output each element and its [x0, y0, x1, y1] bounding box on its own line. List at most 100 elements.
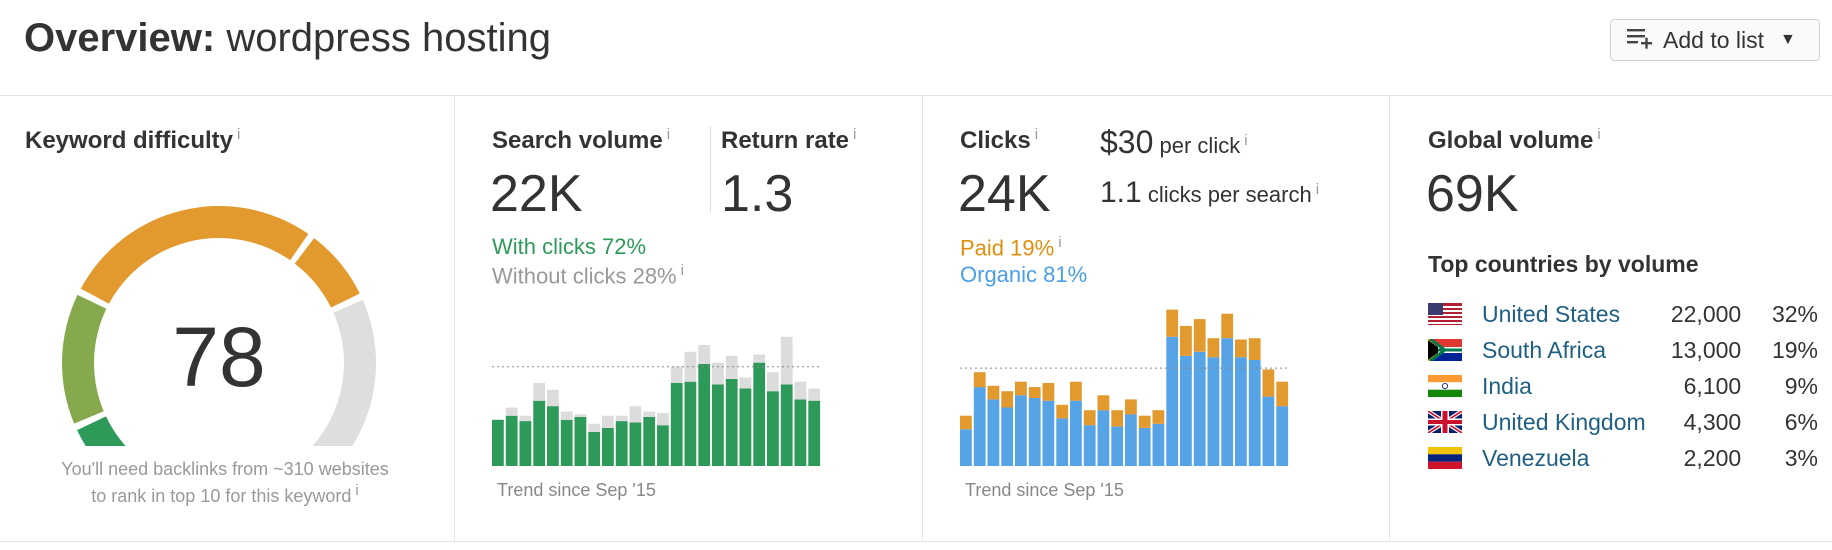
info-icon[interactable]: i — [1035, 126, 1038, 143]
chart-bar — [1276, 406, 1289, 466]
info-icon[interactable]: i — [667, 126, 670, 143]
caret-down-icon: ▼ — [1780, 31, 1796, 48]
gauge-segment — [80, 206, 309, 304]
cpc-line: $30 per click i — [1100, 124, 1248, 161]
chart-bar — [794, 399, 807, 466]
chart-bar — [615, 421, 628, 466]
country-percent: 19% — [1771, 336, 1818, 363]
chart-bar — [808, 400, 821, 466]
chart-bar — [547, 406, 559, 466]
info-icon[interactable]: i — [1058, 234, 1061, 251]
title-prefix: Overview: — [24, 16, 216, 60]
chart-bar — [505, 407, 518, 416]
cps-value: 1.1 — [1100, 176, 1142, 209]
country-name-link[interactable]: United Kingdom — [1482, 409, 1655, 436]
country-volume: 2,200 — [1683, 444, 1742, 471]
country-row: South Africa 13,000 19% — [1428, 332, 1818, 368]
chart-bar — [1001, 407, 1014, 466]
info-icon[interactable]: i — [853, 126, 856, 143]
gauge-segment — [77, 416, 126, 446]
top-countries-table: United States 22,000 32% South Africa 13… — [1428, 296, 1818, 476]
country-row: Venezuela 2,200 3% — [1428, 440, 1818, 476]
country-name-link[interactable]: South Africa — [1482, 337, 1655, 364]
chart-bar — [1042, 400, 1055, 466]
chart-bar — [1221, 313, 1234, 339]
chart-bar — [629, 422, 642, 466]
chart-bar — [670, 383, 683, 466]
chart-bar — [753, 354, 766, 363]
chart-bar — [808, 388, 821, 401]
info-icon[interactable]: i — [681, 262, 684, 279]
chart-bar — [615, 415, 628, 422]
chart-bar — [753, 362, 766, 466]
gauge-segment — [62, 294, 107, 424]
chart-bar — [960, 415, 972, 430]
info-icon[interactable]: i — [1316, 181, 1319, 198]
country-name-link[interactable]: India — [1482, 373, 1655, 400]
sv-value: 22K — [490, 165, 583, 223]
clicks-title: Clicks i — [960, 126, 1038, 155]
clicks-panel: Clicks i 24K $30 per click i 1.1 clicks pe… — [923, 96, 1390, 541]
chart-bar — [780, 384, 793, 466]
cps-label: clicks per search — [1147, 182, 1312, 207]
chart-bar — [684, 351, 697, 382]
chart-bar — [1152, 423, 1165, 466]
chart-bar — [560, 411, 573, 420]
us-flag-icon — [1428, 303, 1462, 325]
page-title: Overview: wordpress hosting — [24, 10, 551, 66]
chart-bar — [1180, 355, 1192, 466]
sv-trend-label: Trend since Sep '15 — [497, 480, 656, 500]
chart-bar — [492, 419, 504, 466]
add-to-list-button[interactable]: Add to list ▼ — [1610, 19, 1820, 61]
chart-bar — [1180, 325, 1192, 356]
country-row: India 6,100 9% — [1428, 368, 1818, 404]
info-icon[interactable]: i — [237, 126, 240, 143]
in-flag-icon — [1428, 375, 1462, 397]
cpc-value: $30 — [1100, 124, 1154, 160]
paid-text: Paid 19% i — [960, 234, 1062, 261]
chart-bar — [1111, 426, 1124, 466]
chart-bar — [1070, 400, 1082, 466]
kd-score: 78 — [172, 310, 265, 404]
chart-bar — [1028, 387, 1041, 398]
chart-bar — [1207, 338, 1220, 358]
rr-value: 1.3 — [721, 165, 794, 223]
chart-bar — [1028, 398, 1041, 466]
gb-flag-icon — [1428, 411, 1462, 433]
chart-bar — [519, 421, 532, 466]
chart-bar — [1111, 410, 1124, 427]
country-volume: 6,100 — [1683, 372, 1742, 399]
country-percent: 32% — [1771, 300, 1818, 327]
chart-bar — [1152, 410, 1165, 424]
kd-note: You'll need backlinks from ~310 websites… — [25, 458, 425, 507]
kd-label: Keyword difficulty — [25, 127, 234, 154]
chart-bar — [1097, 410, 1110, 466]
clicks-trend-label: Trend since Sep '15 — [965, 480, 1124, 500]
clicks-trend-chart — [960, 309, 1290, 466]
chart-bar — [698, 345, 711, 364]
bottom-divider — [0, 541, 1832, 542]
rr-label: Return rate — [721, 127, 850, 154]
chart-bar — [767, 372, 779, 392]
paid-label: Paid 19% — [960, 235, 1055, 261]
organic-label: Organic 81% — [960, 262, 1088, 287]
info-icon[interactable]: i — [1244, 132, 1247, 149]
chart-bar — [1248, 338, 1261, 360]
chart-bar — [1138, 427, 1151, 466]
info-icon[interactable]: i — [355, 482, 358, 499]
sv-label: Search volume — [492, 127, 663, 154]
chart-bar — [657, 425, 669, 466]
chart-bar — [698, 364, 711, 466]
kd-gauge: 78 — [62, 206, 376, 446]
za-flag-icon — [1428, 339, 1462, 361]
global-volume-panel: Global volume i 69K Top countries by volu… — [1390, 96, 1832, 541]
country-name-link[interactable]: Venezuela — [1482, 445, 1655, 472]
country-row: United Kingdom 4,300 6% — [1428, 404, 1818, 440]
chart-bar — [712, 384, 724, 466]
country-name-link[interactable]: United States — [1482, 301, 1655, 328]
info-icon[interactable]: i — [1597, 126, 1600, 143]
chart-bar — [1235, 339, 1247, 358]
kd-note-line1: You'll need backlinks from ~310 websites — [61, 459, 389, 479]
chart-bar — [588, 432, 601, 466]
page-header: Overview: wordpress hosting Add to list … — [0, 0, 1832, 96]
